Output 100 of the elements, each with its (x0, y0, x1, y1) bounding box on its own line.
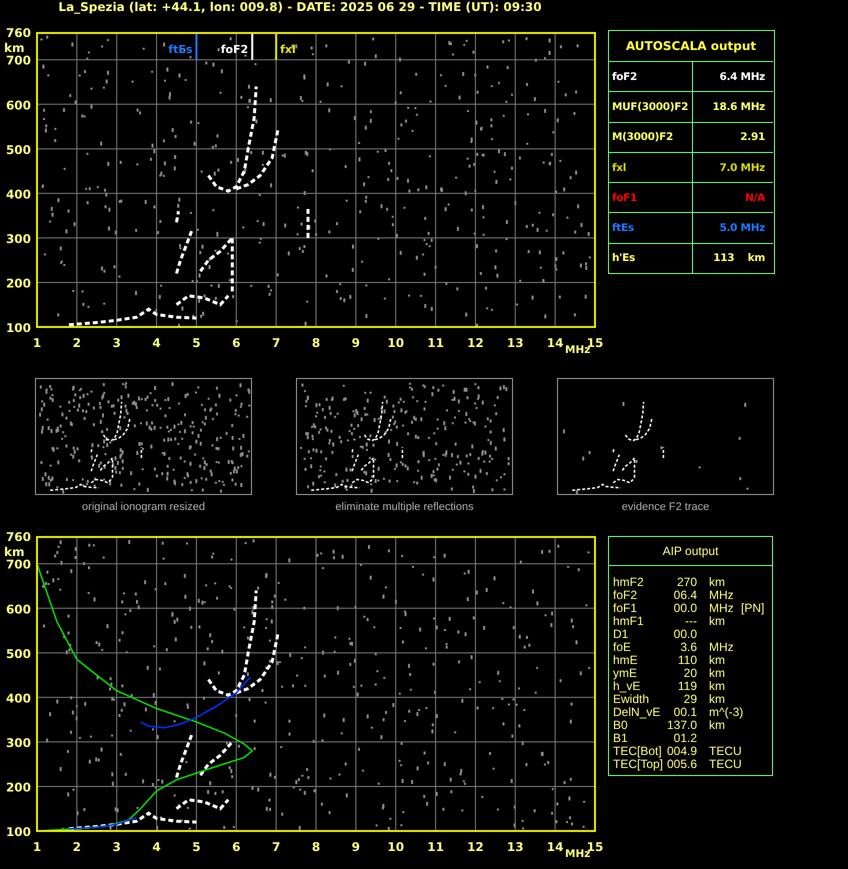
tick-label: 8 (312, 336, 320, 350)
tick-label: 200 (6, 780, 31, 794)
axis-label: km (4, 41, 24, 55)
parameter-value: 00.0 (672, 628, 697, 641)
axis-label: km (4, 545, 24, 559)
parameter-unit: TECU (709, 745, 741, 758)
parameter-unit: TECU (709, 758, 741, 771)
parameter-unit: km (709, 680, 726, 693)
tick-label: 6 (232, 336, 240, 350)
parameter-value: 004.9 (666, 745, 697, 758)
tick-label: 1 (32, 336, 42, 350)
tick-label: 4 (152, 840, 161, 854)
tick-label: 500 (6, 142, 31, 157)
tick-label: 10 (387, 336, 404, 350)
parameter-name: h_vE (613, 680, 642, 693)
tick-label: 10 (387, 840, 404, 854)
parameter-value: 2.91 (740, 130, 765, 144)
tick-label: 760 (6, 27, 31, 40)
parameter-value: 270 (676, 576, 697, 589)
parameter-name: foF1 (613, 602, 638, 615)
tick-label: 100 (6, 825, 31, 839)
parameter-value: 6.4 MHz (719, 70, 765, 84)
parameter-value: 01.2 (672, 732, 697, 745)
parameter-value: 00.1 (672, 706, 697, 719)
tick-label: 9 (352, 336, 360, 350)
tick-label: 3 (112, 840, 121, 854)
tick-label: 760 (6, 531, 31, 544)
parameter-name: hmF1 (613, 615, 645, 628)
parameter-name: foF2 (613, 589, 638, 602)
parameter-name: M(3000)F2 (612, 130, 674, 144)
parameter-value: 06.4 (672, 589, 697, 602)
parameter-unit: MHz (709, 641, 735, 654)
tick-label: 14 (546, 336, 564, 350)
parameter-name: Ewidth (613, 693, 650, 706)
parameter-unit: km (709, 576, 726, 589)
parameter-name: foF2 (612, 70, 638, 84)
parameter-value: 137.0 (666, 719, 697, 732)
tick-label: 400 (6, 691, 31, 706)
tick-label: 300 (6, 232, 31, 246)
tick-label: 500 (6, 646, 31, 661)
parameter-name: B0 (613, 719, 628, 732)
tick-label: 700 (6, 558, 31, 572)
parameter-value: 005.6 (666, 758, 697, 771)
tick-label: 600 (6, 602, 31, 616)
parameter-unit: MHz (709, 602, 735, 615)
parameter-value: 20 (682, 667, 697, 680)
parameter-value: 29 (682, 693, 697, 706)
tick-label: 13 (506, 840, 524, 854)
tick-label: 13 (506, 336, 524, 350)
tick-label: 200 (6, 276, 31, 290)
parameter-name: D1 (613, 628, 630, 641)
panel-title: AIP output (609, 537, 772, 566)
parameter-name: TEC[Bot] (613, 745, 663, 758)
page-title: La_Spezia (lat: +44.1, lon: 009.8) - DATE: 2025 06 29 - TIME (UT): 09:30 (57, 0, 543, 16)
tick-label: 100 (6, 321, 31, 335)
axis-label: MHz (565, 848, 590, 860)
tick-label: 3 (112, 336, 121, 350)
axis-label: MHz (565, 344, 590, 356)
parameter-value: 119 (676, 680, 697, 693)
tick-label: 600 (6, 98, 31, 112)
parameter-unit: km (709, 615, 726, 628)
tick-label: 700 (6, 54, 31, 68)
parameter-name: TEC[Top] (613, 758, 663, 771)
tick-label: 5 (192, 840, 201, 854)
parameter-value: 113 km (713, 251, 765, 266)
marker-label: fxl (280, 43, 296, 56)
parameter-name: hmF2 (613, 576, 645, 589)
flag-label: [PN] (741, 602, 766, 615)
tick-label: 300 (6, 736, 31, 750)
thumbnail-caption: original ionogram resized (82, 501, 205, 513)
marker-label: foF2 (220, 43, 248, 56)
parameter-name: MUF(3000)F2 (612, 100, 688, 114)
parameter-unit: km (709, 719, 725, 732)
parameter-name: ftEs (612, 221, 634, 236)
tick-label: 7 (272, 336, 280, 350)
marker-label: ftEs (168, 43, 192, 56)
tick-label: 11 (427, 336, 444, 350)
tick-label: 5 (192, 336, 201, 350)
parameter-value: 110 (676, 654, 697, 667)
tick-label: 2 (72, 840, 82, 854)
tick-label: 14 (546, 840, 564, 854)
parameter-value: N/A (745, 190, 765, 205)
parameter-name: h'Es (612, 251, 635, 266)
thumbnail-caption: evidence F2 trace (622, 501, 710, 513)
parameter-name: B1 (613, 732, 629, 745)
parameter-value: 3.6 (679, 641, 697, 654)
tick-label: 2 (72, 336, 82, 350)
tick-label: 400 (6, 187, 31, 202)
tick-label: 6 (232, 840, 240, 854)
parameter-name: foF1 (612, 190, 638, 205)
parameter-name: hmE (613, 654, 639, 667)
parameter-value: --- (684, 615, 697, 628)
parameter-value: 7.0 MHz (719, 160, 765, 175)
tick-label: 7 (272, 840, 280, 854)
parameter-name: fxl (612, 160, 626, 175)
parameter-unit: m^(-3) (709, 706, 741, 719)
parameter-value: 5.0 MHz (719, 221, 765, 236)
tick-label: 12 (467, 840, 484, 854)
parameter-unit: km (709, 693, 726, 706)
tick-label: 11 (427, 840, 444, 854)
